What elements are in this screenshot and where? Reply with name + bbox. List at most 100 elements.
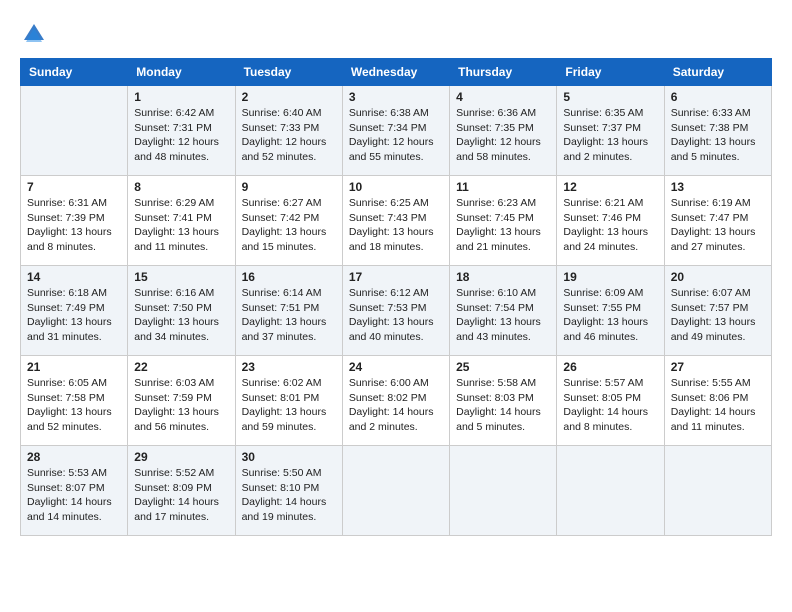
day-info: Sunrise: 6:03 AM Sunset: 7:59 PM Dayligh… (134, 376, 228, 435)
day-info: Sunrise: 6:38 AM Sunset: 7:34 PM Dayligh… (349, 106, 443, 165)
day-number: 10 (349, 180, 443, 194)
page-header (20, 20, 772, 48)
day-info: Sunrise: 6:35 AM Sunset: 7:37 PM Dayligh… (563, 106, 657, 165)
day-info: Sunrise: 5:50 AM Sunset: 8:10 PM Dayligh… (242, 466, 336, 525)
day-info: Sunrise: 6:07 AM Sunset: 7:57 PM Dayligh… (671, 286, 765, 345)
day-info: Sunrise: 6:14 AM Sunset: 7:51 PM Dayligh… (242, 286, 336, 345)
day-number: 20 (671, 270, 765, 284)
calendar-table: SundayMondayTuesdayWednesdayThursdayFrid… (20, 58, 772, 536)
day-number: 4 (456, 90, 550, 104)
day-number: 23 (242, 360, 336, 374)
day-info: Sunrise: 6:02 AM Sunset: 8:01 PM Dayligh… (242, 376, 336, 435)
calendar-day-cell: 10 Sunrise: 6:25 AM Sunset: 7:43 PM Dayli… (342, 176, 449, 266)
calendar-header-row: SundayMondayTuesdayWednesdayThursdayFrid… (21, 59, 772, 86)
calendar-day-cell: 29 Sunrise: 5:52 AM Sunset: 8:09 PM Dayli… (128, 446, 235, 536)
calendar-header-tuesday: Tuesday (235, 59, 342, 86)
calendar-day-cell: 12 Sunrise: 6:21 AM Sunset: 7:46 PM Dayli… (557, 176, 664, 266)
day-number: 14 (27, 270, 121, 284)
day-info: Sunrise: 5:53 AM Sunset: 8:07 PM Dayligh… (27, 466, 121, 525)
day-number: 24 (349, 360, 443, 374)
calendar-day-cell: 26 Sunrise: 5:57 AM Sunset: 8:05 PM Dayli… (557, 356, 664, 446)
day-number: 28 (27, 450, 121, 464)
calendar-header-saturday: Saturday (664, 59, 771, 86)
calendar-day-cell: 16 Sunrise: 6:14 AM Sunset: 7:51 PM Dayli… (235, 266, 342, 356)
day-info: Sunrise: 6:19 AM Sunset: 7:47 PM Dayligh… (671, 196, 765, 255)
day-number: 26 (563, 360, 657, 374)
calendar-day-cell: 20 Sunrise: 6:07 AM Sunset: 7:57 PM Dayli… (664, 266, 771, 356)
day-number: 18 (456, 270, 550, 284)
calendar-day-cell: 19 Sunrise: 6:09 AM Sunset: 7:55 PM Dayli… (557, 266, 664, 356)
calendar-day-cell: 11Sunrise: 6:23 AM Sunset: 7:45 PM Dayli… (450, 176, 557, 266)
day-info: Sunrise: 6:21 AM Sunset: 7:46 PM Dayligh… (563, 196, 657, 255)
day-info: Sunrise: 6:40 AM Sunset: 7:33 PM Dayligh… (242, 106, 336, 165)
day-info: Sunrise: 6:12 AM Sunset: 7:53 PM Dayligh… (349, 286, 443, 345)
day-number: 19 (563, 270, 657, 284)
day-number: 17 (349, 270, 443, 284)
day-number: 13 (671, 180, 765, 194)
calendar-header-friday: Friday (557, 59, 664, 86)
day-info: Sunrise: 6:05 AM Sunset: 7:58 PM Dayligh… (27, 376, 121, 435)
calendar-day-cell: 22 Sunrise: 6:03 AM Sunset: 7:59 PM Dayli… (128, 356, 235, 446)
calendar-day-cell: 28 Sunrise: 5:53 AM Sunset: 8:07 PM Dayli… (21, 446, 128, 536)
calendar-week-row: 7 Sunrise: 6:31 AM Sunset: 7:39 PM Daylig… (21, 176, 772, 266)
logo-icon (20, 20, 48, 48)
calendar-day-cell: 9 Sunrise: 6:27 AM Sunset: 7:42 PM Daylig… (235, 176, 342, 266)
day-info: Sunrise: 5:58 AM Sunset: 8:03 PM Dayligh… (456, 376, 550, 435)
day-info: Sunrise: 6:25 AM Sunset: 7:43 PM Dayligh… (349, 196, 443, 255)
calendar-day-cell: 5 Sunrise: 6:35 AM Sunset: 7:37 PM Daylig… (557, 86, 664, 176)
day-info: Sunrise: 5:57 AM Sunset: 8:05 PM Dayligh… (563, 376, 657, 435)
calendar-day-cell (342, 446, 449, 536)
day-info: Sunrise: 6:09 AM Sunset: 7:55 PM Dayligh… (563, 286, 657, 345)
calendar-day-cell: 14 Sunrise: 6:18 AM Sunset: 7:49 PM Dayli… (21, 266, 128, 356)
day-info: Sunrise: 6:18 AM Sunset: 7:49 PM Dayligh… (27, 286, 121, 345)
calendar-day-cell: 8Sunrise: 6:29 AM Sunset: 7:41 PM Daylig… (128, 176, 235, 266)
calendar-day-cell: 17 Sunrise: 6:12 AM Sunset: 7:53 PM Dayli… (342, 266, 449, 356)
calendar-day-cell: 6 Sunrise: 6:33 AM Sunset: 7:38 PM Daylig… (664, 86, 771, 176)
day-info: Sunrise: 6:33 AM Sunset: 7:38 PM Dayligh… (671, 106, 765, 165)
day-number: 30 (242, 450, 336, 464)
day-info: Sunrise: 6:16 AM Sunset: 7:50 PM Dayligh… (134, 286, 228, 345)
day-number: 3 (349, 90, 443, 104)
day-number: 6 (671, 90, 765, 104)
calendar-day-cell: 1Sunrise: 6:42 AM Sunset: 7:31 PM Daylig… (128, 86, 235, 176)
calendar-week-row: 28 Sunrise: 5:53 AM Sunset: 8:07 PM Dayli… (21, 446, 772, 536)
day-info: Sunrise: 6:23 AM Sunset: 7:45 PM Dayligh… (456, 196, 550, 255)
calendar-day-cell: 7 Sunrise: 6:31 AM Sunset: 7:39 PM Daylig… (21, 176, 128, 266)
day-info: Sunrise: 6:31 AM Sunset: 7:39 PM Dayligh… (27, 196, 121, 255)
calendar-day-cell: 23 Sunrise: 6:02 AM Sunset: 8:01 PM Dayli… (235, 356, 342, 446)
day-number: 15 (134, 270, 228, 284)
day-number: 8 (134, 180, 228, 194)
day-number: 22 (134, 360, 228, 374)
day-info: Sunrise: 5:55 AM Sunset: 8:06 PM Dayligh… (671, 376, 765, 435)
calendar-day-cell: 3 Sunrise: 6:38 AM Sunset: 7:34 PM Daylig… (342, 86, 449, 176)
calendar-header-monday: Monday (128, 59, 235, 86)
calendar-week-row: 1Sunrise: 6:42 AM Sunset: 7:31 PM Daylig… (21, 86, 772, 176)
calendar-day-cell: 24 Sunrise: 6:00 AM Sunset: 8:02 PM Dayli… (342, 356, 449, 446)
calendar-day-cell (557, 446, 664, 536)
day-info: Sunrise: 6:10 AM Sunset: 7:54 PM Dayligh… (456, 286, 550, 345)
day-info: Sunrise: 6:00 AM Sunset: 8:02 PM Dayligh… (349, 376, 443, 435)
day-number: 12 (563, 180, 657, 194)
calendar-day-cell: 2 Sunrise: 6:40 AM Sunset: 7:33 PM Daylig… (235, 86, 342, 176)
day-number: 27 (671, 360, 765, 374)
calendar-day-cell: 13 Sunrise: 6:19 AM Sunset: 7:47 PM Dayli… (664, 176, 771, 266)
calendar-day-cell (450, 446, 557, 536)
day-info: Sunrise: 6:36 AM Sunset: 7:35 PM Dayligh… (456, 106, 550, 165)
day-number: 16 (242, 270, 336, 284)
day-number: 7 (27, 180, 121, 194)
calendar-day-cell: 27 Sunrise: 5:55 AM Sunset: 8:06 PM Dayli… (664, 356, 771, 446)
day-info: Sunrise: 5:52 AM Sunset: 8:09 PM Dayligh… (134, 466, 228, 525)
calendar-day-cell: 25Sunrise: 5:58 AM Sunset: 8:03 PM Dayli… (450, 356, 557, 446)
day-number: 29 (134, 450, 228, 464)
calendar-day-cell: 15 Sunrise: 6:16 AM Sunset: 7:50 PM Dayli… (128, 266, 235, 356)
calendar-day-cell: 18 Sunrise: 6:10 AM Sunset: 7:54 PM Dayli… (450, 266, 557, 356)
calendar-week-row: 21 Sunrise: 6:05 AM Sunset: 7:58 PM Dayli… (21, 356, 772, 446)
calendar-header-thursday: Thursday (450, 59, 557, 86)
day-info: Sunrise: 6:27 AM Sunset: 7:42 PM Dayligh… (242, 196, 336, 255)
day-number: 21 (27, 360, 121, 374)
day-number: 9 (242, 180, 336, 194)
day-number: 5 (563, 90, 657, 104)
calendar-day-cell: 4 Sunrise: 6:36 AM Sunset: 7:35 PM Daylig… (450, 86, 557, 176)
calendar-day-cell: 30 Sunrise: 5:50 AM Sunset: 8:10 PM Dayli… (235, 446, 342, 536)
day-number: 2 (242, 90, 336, 104)
